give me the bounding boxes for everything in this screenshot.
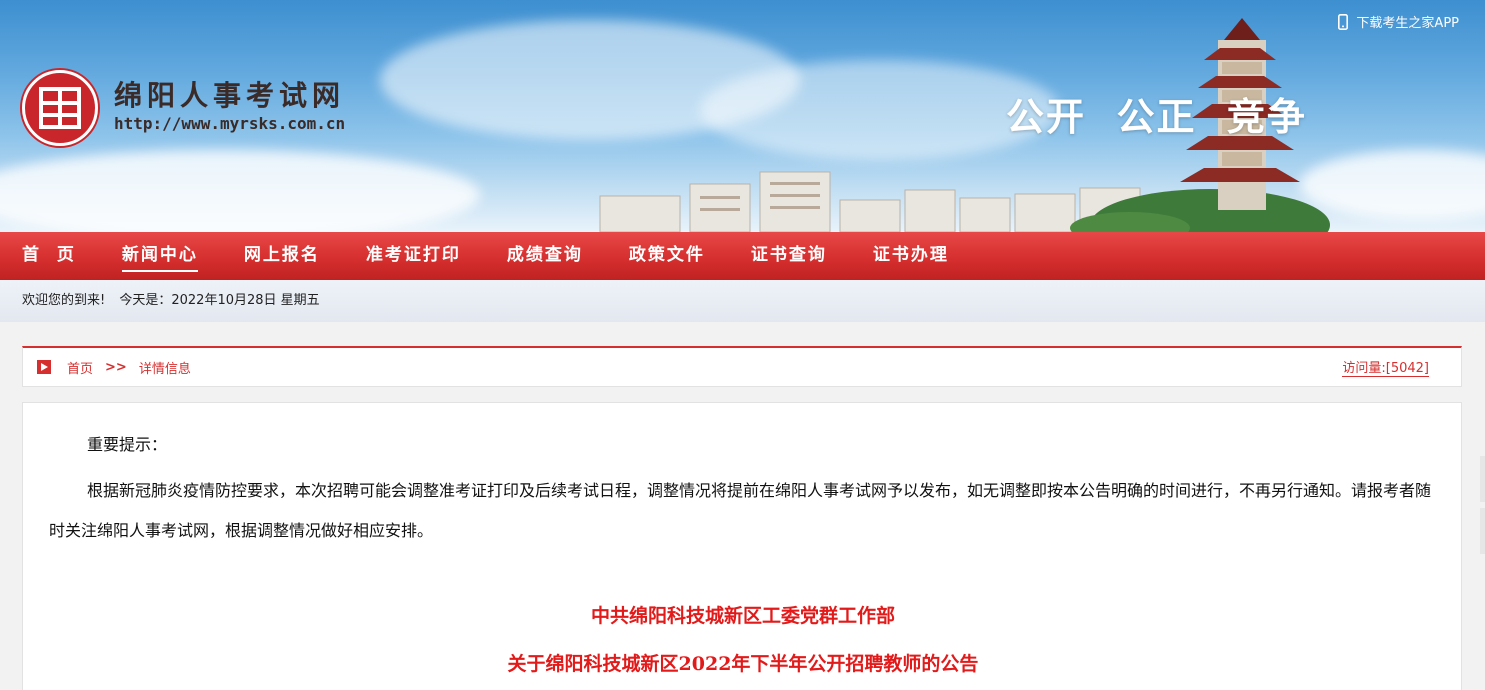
nav-item-online-registration[interactable]: 网上报名 — [244, 232, 320, 280]
main-nav: 首 页 新闻中心 网上报名 准考证打印 成绩查询 政策文件 证书查询 证书办理 — [0, 232, 1485, 280]
download-app-link[interactable]: 下载考生之家APP — [1338, 12, 1459, 31]
site-url: http://www.myrsks.com.cn — [114, 114, 346, 133]
notice-title: 重要提示： — [87, 435, 168, 454]
slogan: 公开 公正 竞争 — [1006, 95, 1307, 139]
play-arrow-icon — [37, 360, 51, 374]
phone-icon — [1338, 13, 1349, 30]
nav-item-score-query[interactable]: 成绩查询 — [507, 232, 583, 280]
today-date: 今天是：2022年10月28日 星期五 — [119, 293, 320, 308]
logo-seal-icon — [39, 87, 81, 129]
breadcrumb: 首页 >> 详情信息 访问量:[5042] — [22, 346, 1462, 387]
download-app-label: 下载考生之家APP — [1356, 16, 1459, 31]
header-banner: 绵阳人事考试网 http://www.myrsks.com.cn 公开 公正 竞… — [0, 0, 1485, 232]
nav-item-certificate-query[interactable]: 证书查询 — [751, 232, 827, 280]
nav-item-home[interactable]: 首 页 — [22, 232, 76, 280]
notice-body: 根据新冠肺炎疫情防控要求，本次招聘可能会调整准考证打印及后续考试日程，调整情况将… — [49, 481, 1432, 540]
article-content: 重要提示： 根据新冠肺炎疫情防控要求，本次招聘可能会调整准考证打印及后续考试日程… — [22, 402, 1462, 690]
breadcrumb-separator: >> — [105, 359, 127, 375]
nav-item-policy-documents[interactable]: 政策文件 — [629, 232, 705, 280]
article-heading-issuer: 中共绵阳科技城新区工委党群工作部 — [590, 605, 895, 627]
nav-item-admission-ticket[interactable]: 准考证打印 — [366, 232, 461, 280]
welcome-bar: 欢迎您的到来! 今天是：2022年10月28日 星期五 — [0, 280, 1485, 322]
article-heading-title: 关于绵阳科技城新区2022年下半年公开招聘教师的公告 — [507, 653, 979, 675]
nav-item-certificate-processing[interactable]: 证书办理 — [873, 232, 949, 280]
breadcrumb-home-link[interactable]: 首页 — [67, 358, 93, 377]
side-float-tab[interactable] — [1480, 508, 1485, 554]
welcome-greeting: 欢迎您的到来! — [22, 293, 106, 308]
breadcrumb-current: 详情信息 — [138, 361, 191, 377]
site-logo[interactable] — [22, 70, 98, 146]
site-name: 绵阳人事考试网 — [114, 79, 346, 112]
nav-item-news[interactable]: 新闻中心 — [121, 232, 198, 280]
side-float-tab[interactable] — [1480, 456, 1485, 502]
visit-counter: 访问量:[5042] — [1342, 357, 1429, 377]
